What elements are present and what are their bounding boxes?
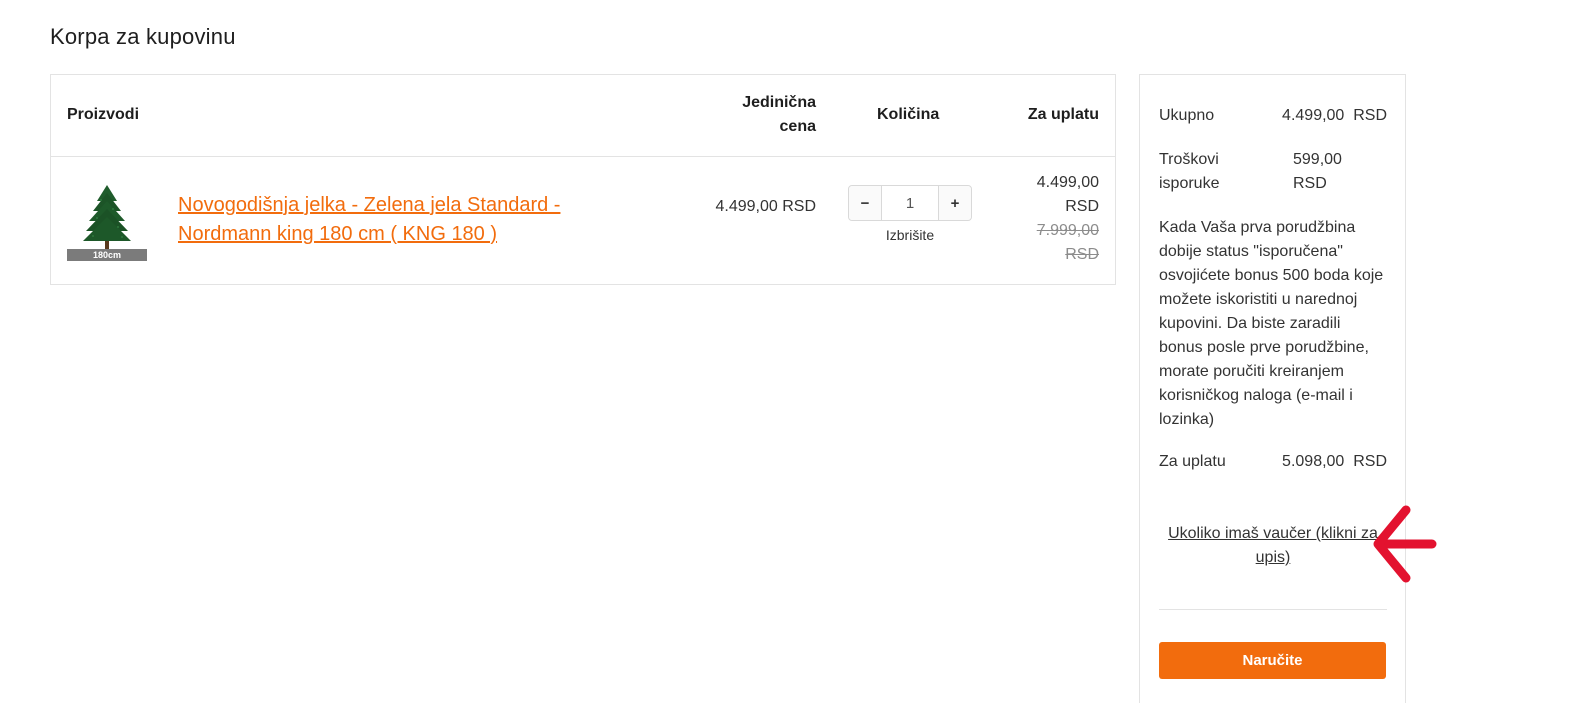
cart-table-header: Proizvodi Jedinična cena Količina Za upl… <box>51 75 1115 157</box>
quantity-stepper: − + <box>848 185 972 221</box>
header-total: Za uplatu <box>1027 106 1099 123</box>
summary-divider <box>1159 609 1387 610</box>
order-button[interactable]: Naručite <box>1159 642 1386 679</box>
minus-icon: − <box>860 194 870 212</box>
page-title: Korpa za kupovinu <box>50 24 236 49</box>
shipping-value: 599,00 RSD <box>1293 151 1342 192</box>
summary-subtotal-row: Ukupno 4.499,00 RSD <box>1159 104 1387 128</box>
product-name-link[interactable]: Novogodišnja jelka - Zelena jela Standar… <box>178 191 618 249</box>
total-value: 5.098,00 RSD <box>1282 453 1387 470</box>
red-arrow-icon <box>1373 505 1437 583</box>
line-total: 4.499,00 RSD <box>1036 174 1099 215</box>
header-quantity: Količina <box>877 106 940 123</box>
product-thumbnail[interactable]: 180cm <box>67 183 147 261</box>
header-products: Proizvodi <box>67 106 140 123</box>
summary-total-row: Za uplatu 5.098,00 RSD <box>1159 450 1387 474</box>
increase-quantity-button[interactable]: + <box>938 186 971 220</box>
quantity-input[interactable] <box>882 186 938 220</box>
thumbnail-size-badge: 180cm <box>67 249 147 261</box>
decrease-quantity-button[interactable]: − <box>849 186 882 220</box>
header-unit-price: Jedinična cena <box>742 94 816 135</box>
order-summary: Ukupno 4.499,00 RSD Troškovi isporuke 59… <box>1139 74 1406 703</box>
table-row: 180cm Novogodišnja jelka - Zelena jela S… <box>51 157 1115 285</box>
bonus-info-text: Kada Vaša prva porudžbina dobije status … <box>1159 219 1384 428</box>
old-price: 7.999,00 RSD <box>1036 222 1099 263</box>
cart-table: Proizvodi Jedinična cena Količina Za upl… <box>50 74 1116 285</box>
voucher-link[interactable]: Ukoliko imaš vaučer (klikni za upis) <box>1159 522 1387 570</box>
shipping-label: Troškovi isporuke <box>1159 151 1220 192</box>
subtotal-value: 4.499,00 RSD <box>1282 107 1387 124</box>
subtotal-label: Ukupno <box>1159 107 1215 124</box>
summary-shipping-row: Troškovi isporuke 599,00 RSD <box>1159 148 1387 196</box>
christmas-tree-image <box>83 185 131 249</box>
unit-price: 4.499,00 RSD <box>715 198 816 215</box>
remove-item-button[interactable]: Izbrišite <box>848 227 972 243</box>
plus-icon: + <box>950 194 960 212</box>
total-label: Za uplatu <box>1159 453 1226 470</box>
